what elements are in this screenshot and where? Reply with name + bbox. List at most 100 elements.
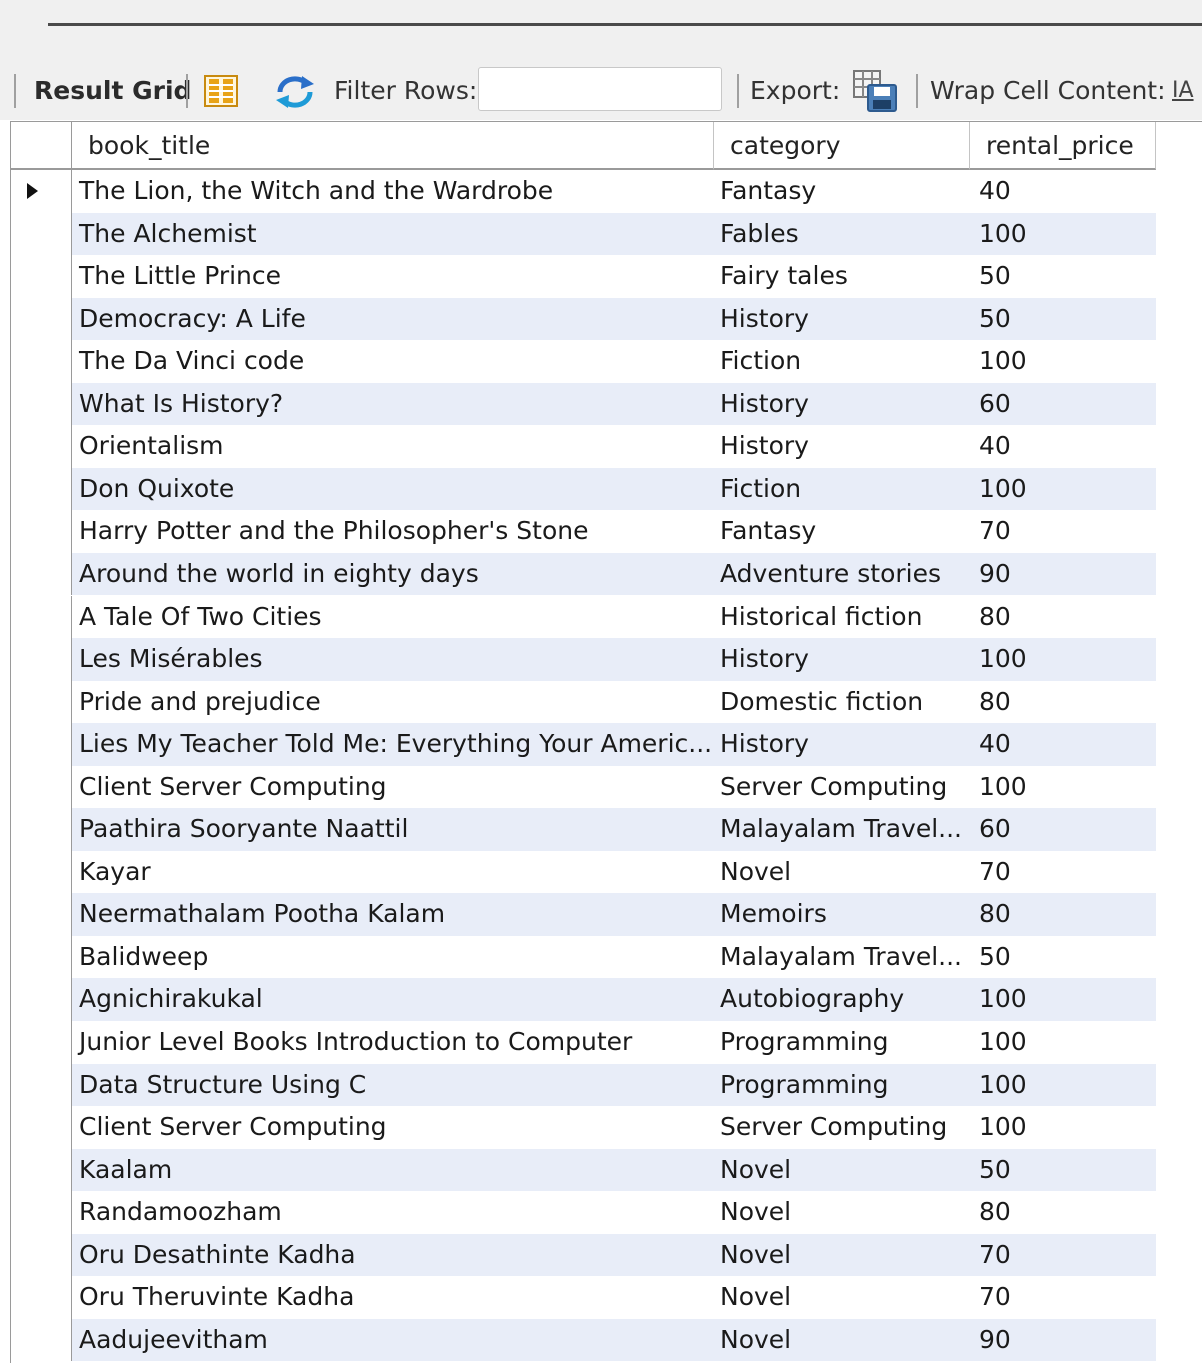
cell-category[interactable]: Novel (714, 1233, 970, 1277)
cell-rental-price[interactable]: 50 (970, 936, 1156, 979)
cell-book-title[interactable]: The Little Prince (72, 255, 714, 298)
cell-rental-price[interactable]: 100 (970, 467, 1156, 511)
result-grid-tab[interactable]: Result Grid (34, 74, 191, 108)
cell-book-title[interactable]: The Lion, the Witch and the Wardrobe (72, 170, 714, 213)
cell-book-title[interactable]: What Is History? (72, 382, 714, 426)
table-row[interactable]: Kaalam Novel 50 (11, 1148, 1202, 1192)
cell-category[interactable]: Malayalam Travel... (714, 808, 970, 851)
cell-book-title[interactable]: Balidweep (72, 936, 714, 979)
row-marker-cell[interactable] (11, 1063, 72, 1107)
cell-rental-price[interactable]: 80 (970, 893, 1156, 936)
cell-book-title[interactable]: Around the world in eighty days (72, 552, 714, 596)
row-marker-cell[interactable] (11, 1318, 72, 1362)
cell-category[interactable]: Fantasy (714, 170, 970, 213)
cell-category[interactable]: Malayalam Travel... (714, 936, 970, 979)
cell-category[interactable]: Adventure stories (714, 552, 970, 596)
cell-book-title[interactable]: Client Server Computing (72, 766, 714, 809)
cell-rental-price[interactable]: 40 (970, 425, 1156, 468)
table-row[interactable]: Around the world in eighty days Adventure… (11, 552, 1202, 596)
cell-rental-price[interactable]: 100 (970, 978, 1156, 1021)
row-marker-cell[interactable] (11, 850, 72, 894)
cell-book-title[interactable]: The Alchemist (72, 212, 714, 256)
cell-rental-price[interactable]: 60 (970, 808, 1156, 851)
cell-book-title[interactable]: Neermathalam Pootha Kalam (72, 893, 714, 936)
cell-rental-price[interactable]: 100 (970, 340, 1156, 383)
table-row[interactable]: Les Misérables History 100 (11, 638, 1202, 681)
row-marker-cell[interactable] (11, 1233, 72, 1277)
export-icon[interactable] (852, 69, 898, 113)
cell-rental-price[interactable]: 90 (970, 1318, 1156, 1362)
row-marker-cell[interactable] (11, 680, 72, 724)
cell-category[interactable]: Novel (714, 1148, 970, 1192)
cell-book-title[interactable]: Aadujeevitham (72, 1318, 714, 1362)
table-row[interactable]: The Alchemist Fables 100 (11, 212, 1202, 256)
refresh-icon[interactable] (274, 74, 316, 110)
cell-book-title[interactable]: Kayar (72, 851, 714, 894)
table-row[interactable]: Harry Potter and the Philosopher's Stone… (11, 510, 1202, 553)
table-row[interactable]: Randamoozham Novel 80 (11, 1191, 1202, 1234)
cell-rental-price[interactable]: 100 (970, 212, 1156, 256)
cell-book-title[interactable]: Randamoozham (72, 1191, 714, 1234)
row-marker-cell[interactable] (11, 467, 72, 511)
form-editor-icon[interactable] (204, 75, 238, 107)
table-row[interactable]: Oru Desathinte Kadha Novel 70 (11, 1233, 1202, 1277)
cell-book-title[interactable]: Harry Potter and the Philosopher's Stone (72, 510, 714, 553)
cell-category[interactable]: Server Computing (714, 1106, 970, 1149)
cell-rental-price[interactable]: 80 (970, 681, 1156, 724)
column-header-rental-price[interactable]: rental_price (970, 122, 1156, 170)
cell-rental-price[interactable]: 70 (970, 1276, 1156, 1319)
row-marker-cell[interactable] (11, 382, 72, 426)
table-row[interactable]: What Is History? History 60 (11, 382, 1202, 426)
table-row[interactable]: The Da Vinci code Fiction 100 (11, 340, 1202, 383)
row-marker-cell[interactable] (11, 1148, 72, 1192)
cell-book-title[interactable]: Democracy: A Life (72, 297, 714, 341)
table-row[interactable]: Agnichirakukal Autobiography 100 (11, 978, 1202, 1021)
cell-rental-price[interactable]: 100 (970, 1063, 1156, 1107)
cell-category[interactable]: Historical fiction (714, 596, 970, 639)
cell-book-title[interactable]: Orientalism (72, 425, 714, 468)
cell-category[interactable]: Fairy tales (714, 255, 970, 298)
table-row[interactable]: Pride and prejudice Domestic fiction 80 (11, 680, 1202, 724)
cell-category[interactable]: Fiction (714, 467, 970, 511)
cell-book-title[interactable]: Kaalam (72, 1148, 714, 1192)
cell-category[interactable]: Novel (714, 1191, 970, 1234)
row-marker-cell[interactable] (11, 1276, 72, 1319)
cell-category[interactable]: History (714, 382, 970, 426)
row-marker-cell[interactable] (11, 765, 72, 809)
cell-rental-price[interactable]: 40 (970, 170, 1156, 213)
cell-rental-price[interactable]: 100 (970, 638, 1156, 681)
row-marker-cell[interactable] (11, 170, 72, 213)
table-row[interactable]: Kayar Novel 70 (11, 850, 1202, 894)
row-marker-cell[interactable] (11, 297, 72, 341)
cell-category[interactable]: History (714, 297, 970, 341)
row-marker-cell[interactable] (11, 1106, 72, 1149)
table-row[interactable]: Paathira Sooryante Naattil Malayalam Trav… (11, 808, 1202, 851)
table-row[interactable]: Aadujeevitham Novel 90 (11, 1318, 1202, 1362)
cell-book-title[interactable]: Les Misérables (72, 638, 714, 681)
cell-rental-price[interactable]: 70 (970, 510, 1156, 553)
cell-book-title[interactable]: Data Structure Using C (72, 1063, 714, 1107)
cell-book-title[interactable]: Pride and prejudice (72, 681, 714, 724)
cell-book-title[interactable]: Client Server Computing (72, 1106, 714, 1149)
table-row[interactable]: A Tale Of Two Cities Historical fiction 80 (11, 595, 1202, 639)
cell-rental-price[interactable]: 50 (970, 297, 1156, 341)
row-marker-cell[interactable] (11, 978, 72, 1021)
table-row[interactable]: Lies My Teacher Told Me: Everything Your… (11, 723, 1202, 766)
table-row[interactable]: Client Server Computing Server Computing 1… (11, 765, 1202, 809)
table-row[interactable]: Neermathalam Pootha Kalam Memoirs 80 (11, 893, 1202, 936)
cell-category[interactable]: History (714, 723, 970, 766)
column-header-book-title[interactable]: book_title (72, 122, 714, 170)
cell-rental-price[interactable]: 100 (970, 1106, 1156, 1149)
cell-book-title[interactable]: Don Quixote (72, 467, 714, 511)
cell-rental-price[interactable]: 50 (970, 255, 1156, 298)
table-row[interactable]: The Lion, the Witch and the Wardrobe Fant… (11, 170, 1202, 213)
row-marker-cell[interactable] (11, 552, 72, 596)
cell-rental-price[interactable]: 70 (970, 1233, 1156, 1277)
row-marker-cell[interactable] (11, 935, 72, 979)
table-row[interactable]: Orientalism History 40 (11, 425, 1202, 468)
cell-rental-price[interactable]: 60 (970, 382, 1156, 426)
column-header-category[interactable]: category (714, 122, 970, 170)
filter-rows-input[interactable] (478, 67, 722, 111)
row-marker-cell[interactable] (11, 893, 72, 936)
row-marker-cell[interactable] (11, 425, 72, 468)
